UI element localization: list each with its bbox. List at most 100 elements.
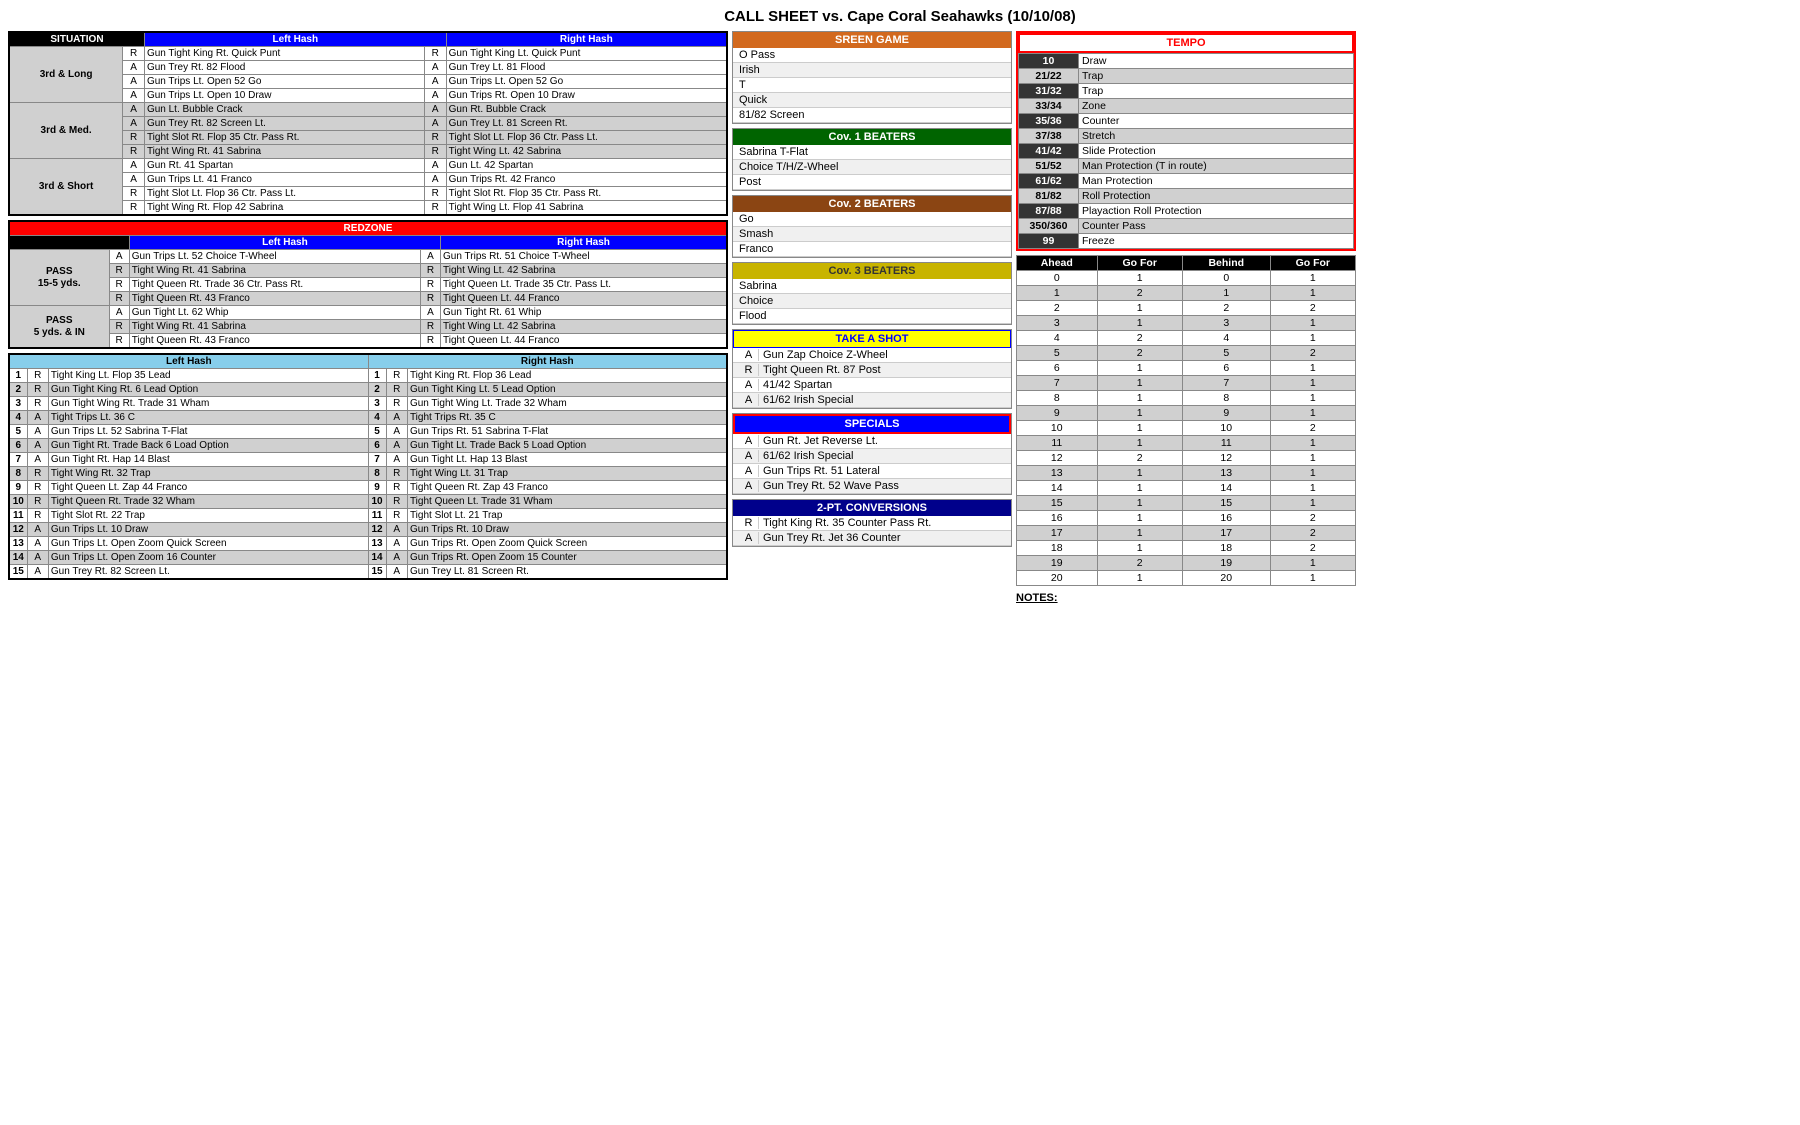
ra-cell: R (739, 517, 759, 529)
gofor-ahead: 0 (1017, 271, 1098, 286)
right-play: Gun Trips Rt. 51 Choice T-Wheel (441, 250, 727, 264)
ra-cell: A (739, 532, 759, 544)
ra-cell: A (27, 537, 48, 551)
gofor-gf2: 2 (1270, 301, 1355, 316)
ra-cell: A (123, 159, 145, 173)
ra-cell: A (386, 453, 407, 467)
play-num: 9 (9, 481, 27, 495)
gofor-ahead: 11 (1017, 436, 1098, 451)
right-play: Gun Trips Rt. 10 Draw (407, 523, 727, 537)
play-text: Tight King Rt. 35 Counter Pass Rt. (759, 517, 931, 529)
gofor-gf1: 1 (1097, 376, 1182, 391)
tempo-play: Trap (1079, 69, 1354, 84)
play-num: 1 (9, 369, 27, 383)
gofor-behind: 8 (1182, 391, 1270, 406)
left-play: Tight Wing Rt. 32 Trap (48, 467, 368, 481)
situation-table: SITUATION Left Hash Right Hash 3rd & Lon… (8, 31, 728, 216)
left-play: Gun Trey Rt. 82 Screen Lt. (144, 117, 424, 131)
ra-cell: R (386, 495, 407, 509)
ra-cell: R (27, 397, 48, 411)
left-play: Tight Wing Rt. 41 Sabrina (129, 264, 420, 278)
tempo-num: 33/34 (1019, 99, 1079, 114)
tempo-num: 61/62 (1019, 174, 1079, 189)
ra-cell: A (109, 250, 129, 264)
play-num: 15 (368, 565, 386, 580)
gofor-gf1: 1 (1097, 406, 1182, 421)
screen-game-header: SREEN GAME (733, 32, 1011, 48)
left-play: Tight Queen Rt. 43 Franco (129, 334, 420, 349)
play-num: 10 (368, 495, 386, 509)
cov1-panel: Cov. 1 BEATERS Sabrina T-FlatChoice T/H/… (732, 128, 1012, 191)
right-play: Tight Queen Lt. 44 Franco (441, 292, 727, 306)
gofor-gf2: 1 (1270, 361, 1355, 376)
gofor-gf1: 2 (1097, 331, 1182, 346)
play-num: 5 (9, 425, 27, 439)
left-play: Tight Wing Rt. Flop 42 Sabrina (144, 201, 424, 216)
left-play: Tight Queen Rt. Trade 32 Wham (48, 495, 368, 509)
tempo-num: 51/52 (1019, 159, 1079, 174)
left-play: Gun Trips Lt. 52 Sabrina T-Flat (48, 425, 368, 439)
tempo-play: Man Protection (1079, 174, 1354, 189)
gofor-gf2: 1 (1270, 451, 1355, 466)
tempo-header: TEMPO (1018, 33, 1354, 53)
left-play: Gun Trips Lt. Open 52 Go (144, 75, 424, 89)
tempo-play: Roll Protection (1079, 189, 1354, 204)
left-play: Gun Trips Lt. 52 Choice T-Wheel (129, 250, 420, 264)
gofor-gf2: 2 (1270, 526, 1355, 541)
gofor-gf1: 1 (1097, 301, 1182, 316)
tempo-num: 87/88 (1019, 204, 1079, 219)
specials-header: SPECIALS (733, 414, 1011, 434)
ra-cell: R (420, 292, 440, 306)
ra-cell: R (424, 131, 446, 145)
gofor-behind: 18 (1182, 541, 1270, 556)
play-num: 4 (368, 411, 386, 425)
take-shot-play: AGun Zap Choice Z-Wheel (733, 348, 1011, 363)
ra-cell: A (424, 159, 446, 173)
left-play: Gun Trips Lt. Open 10 Draw (144, 89, 424, 103)
ra-cell: R (420, 278, 440, 292)
play-text: 61/62 Irish Special (759, 394, 854, 406)
ra-cell: A (424, 173, 446, 187)
play-text: Gun Rt. Jet Reverse Lt. (759, 435, 878, 447)
left-play: Gun Lt. Bubble Crack (144, 103, 424, 117)
cov2-panel: Cov. 2 BEATERS GoSmashFranco (732, 195, 1012, 258)
gofor-gf1: 2 (1097, 286, 1182, 301)
screen-game-play: 81/82 Screen (733, 108, 1011, 123)
ra-cell: A (424, 117, 446, 131)
right-play: Gun Rt. Bubble Crack (446, 103, 727, 117)
right-play: Gun Trips Rt. Open Zoom 15 Counter (407, 551, 727, 565)
gofor-behind: 20 (1182, 571, 1270, 586)
gofor-table: AheadGo ForBehindGo For 0 1 0 1 1 2 1 1 … (1016, 255, 1356, 586)
tempo-play: Playaction Roll Protection (1079, 204, 1354, 219)
play-num: 15 (9, 565, 27, 580)
redzone-lefthash: Left Hash (129, 236, 440, 250)
ra-cell: A (27, 425, 48, 439)
gofor-behind: 16 (1182, 511, 1270, 526)
play-text: 41/42 Spartan (759, 379, 832, 391)
play-num: 2 (368, 383, 386, 397)
pass2-label: PASS5 yds. & IN (9, 306, 109, 349)
right-play: Tight Wing Lt. 42 Sabrina (441, 320, 727, 334)
right-play: Tight Slot Rt. Flop 35 Ctr. Pass Rt. (446, 187, 727, 201)
ra-cell: R (424, 201, 446, 216)
gofor-gf1: 1 (1097, 421, 1182, 436)
right-play: Gun Trey Lt. 81 Screen Rt. (407, 565, 727, 580)
ra-cell: A (386, 565, 407, 580)
cov2-play: Franco (733, 242, 1011, 257)
right-play: Tight Queen Rt. Zap 43 Franco (407, 481, 727, 495)
gofor-behind: 14 (1182, 481, 1270, 496)
ra-cell: A (739, 349, 759, 361)
ra-cell: R (386, 509, 407, 523)
gofor-ahead: 20 (1017, 571, 1098, 586)
redzone-header: REDZONE (9, 221, 727, 236)
cov1-play: Post (733, 175, 1011, 190)
gofor-behind: 2 (1182, 301, 1270, 316)
tempo-table: 10 Draw 21/22 Trap 31/32 Trap 33/34 Zone… (1018, 53, 1354, 249)
ra-cell: A (386, 523, 407, 537)
gofor-header-cell: Ahead (1017, 256, 1098, 271)
gofor-gf2: 1 (1270, 271, 1355, 286)
right-play: Tight Queen Lt. 44 Franco (441, 334, 727, 349)
play-num: 5 (368, 425, 386, 439)
gofor-ahead: 18 (1017, 541, 1098, 556)
ra-cell: R (424, 145, 446, 159)
